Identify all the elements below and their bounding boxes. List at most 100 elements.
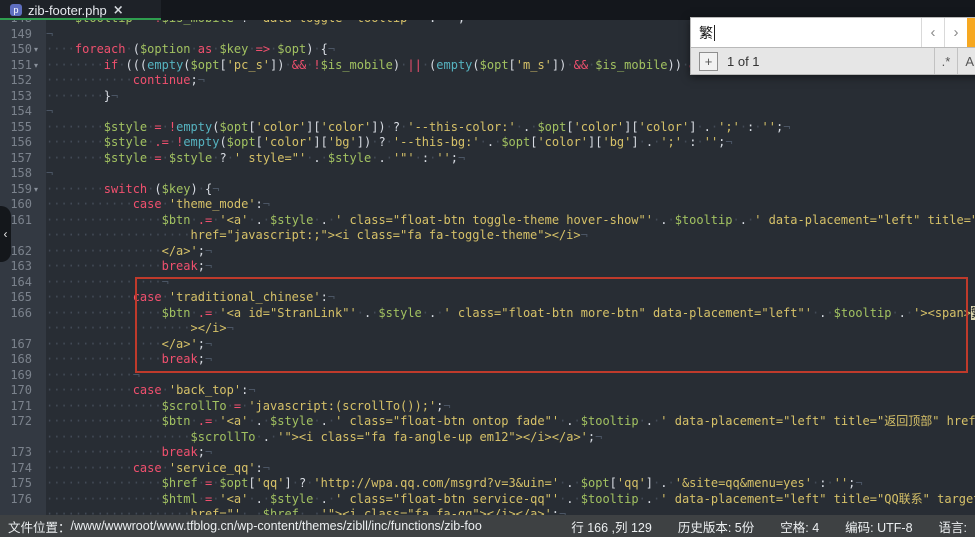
search-match-highlight: 繁 <box>971 306 975 320</box>
chevron-down-next-icon: › <box>954 24 959 41</box>
line-number[interactable]: 173 <box>0 445 34 459</box>
code-line[interactable]: 174············case·'service_qq':¬ <box>0 461 975 477</box>
code-line[interactable]: 160············case·'theme_mode':¬ <box>0 197 975 213</box>
fold-arrow-icon[interactable]: ▾ <box>34 58 46 74</box>
code-line[interactable]: 175················$href·=·$opt['qq']·?·… <box>0 476 975 492</box>
code-line[interactable]: 159▾········switch·($key)·{¬ <box>0 182 975 198</box>
code-line[interactable]: ····················href="'·.·$href·.·'"… <box>0 507 975 515</box>
code-line[interactable]: 162················</a>';¬ <box>0 244 975 260</box>
code-line[interactable]: 168 ················break;¬ <box>0 352 975 368</box>
code-line[interactable]: ····················></i>¬ <box>0 321 975 337</box>
status-bar: 文件位置： /www/wwwroot/www.tfblog.cn/wp-cont… <box>0 515 975 537</box>
line-number[interactable]: 168 <box>0 352 34 366</box>
code-text: ¬ <box>46 166 53 180</box>
code-line[interactable]: 176················$html·=·'<a'·.·$style… <box>0 492 975 508</box>
search-query-text: 繁 <box>699 23 713 43</box>
chevron-up-prev-icon: ‹ <box>931 24 936 41</box>
language-label[interactable]: 语言: <box>939 517 967 536</box>
code-line[interactable]: 163················break;¬ <box>0 259 975 275</box>
tab-title: zib-footer.php <box>28 3 107 18</box>
line-number[interactable]: 150 <box>0 42 34 56</box>
php-file-icon: p <box>10 4 22 16</box>
code-text: ····················href="javascript:;">… <box>46 228 588 242</box>
line-number[interactable]: 167 <box>0 337 34 351</box>
code-line[interactable]: 154¬ <box>0 104 975 120</box>
code-line[interactable]: 173 ················break;¬ <box>0 445 975 461</box>
line-number[interactable]: 164 <box>0 275 34 289</box>
line-number[interactable]: 159 <box>0 182 34 196</box>
line-number[interactable]: 174 <box>0 461 34 475</box>
code-line[interactable]: 169 ············¬ <box>0 368 975 384</box>
line-number[interactable]: 149 <box>0 27 34 41</box>
code-line[interactable]: 167 ················</a>';¬ <box>0 337 975 353</box>
line-number[interactable]: 153 <box>0 89 34 103</box>
line-number[interactable]: 151 <box>0 58 34 72</box>
line-number[interactable]: 156 <box>0 135 34 149</box>
indent-spaces[interactable]: 空格: 4 <box>780 517 819 536</box>
line-number[interactable]: 158 <box>0 166 34 180</box>
case-sensitive-toggle[interactable]: A <box>957 48 975 74</box>
find-next-button[interactable]: › <box>944 18 967 47</box>
code-text: ········switch·($key)·{¬ <box>46 182 219 196</box>
code-text: ············case·'theme_mode':¬ <box>46 197 270 211</box>
line-number[interactable]: 169 <box>0 368 34 382</box>
code-text: ············¬ <box>46 368 140 382</box>
line-number[interactable]: 170 <box>0 383 34 397</box>
code-line[interactable]: 152 ············continue;¬ <box>0 73 975 89</box>
find-bar-bottom-row: + 1 of 1 .* A <box>690 48 975 75</box>
code-text: ····················href="'·.·$href·.·'"… <box>46 507 566 515</box>
code-text: ················break;¬ <box>46 445 212 459</box>
code-line[interactable]: 170············case·'back_top':¬ <box>0 383 975 399</box>
line-number[interactable]: 157 <box>0 151 34 165</box>
code-line[interactable]: 172 ················$btn·.=·'<a'·.·$style… <box>0 414 975 430</box>
chevron-left-icon: ‹ <box>4 227 8 241</box>
close-icon[interactable]: × <box>113 3 124 18</box>
code-line[interactable]: 171················$scrollTo·=·'javascri… <box>0 399 975 415</box>
fold-arrow-icon[interactable]: ▾ <box>34 42 46 58</box>
line-number[interactable]: 166 <box>0 306 34 320</box>
code-line[interactable]: 166 ················$btn·.=·'<a id="Stran… <box>0 306 975 322</box>
code-line[interactable]: 165············case·'traditional_chinese… <box>0 290 975 306</box>
search-input[interactable]: 繁 <box>691 18 921 47</box>
code-text: ········$style·=·!empty($opt['color']['c… <box>46 120 790 134</box>
code-line[interactable]: 153········}¬ <box>0 89 975 105</box>
line-number[interactable]: 155 <box>0 120 34 134</box>
fold-arrow-icon[interactable]: ▾ <box>34 182 46 198</box>
code-text: ················break;¬ <box>46 259 212 273</box>
add-search-button[interactable]: + <box>699 52 718 71</box>
find-accent-button[interactable] <box>967 18 975 47</box>
sidebar-collapse-handle[interactable]: ‹ <box>0 206 11 262</box>
code-text: ········$style·.=·!empty($opt['color']['… <box>46 135 733 149</box>
code-line[interactable]: 164················¬ <box>0 275 975 291</box>
file-encoding[interactable]: 编码: UTF-8 <box>845 517 912 536</box>
code-line[interactable]: ····················href="javascript:;">… <box>0 228 975 244</box>
code-text: ················</a>';¬ <box>46 337 212 351</box>
line-number[interactable]: 175 <box>0 476 34 490</box>
line-number[interactable]: 176 <box>0 492 34 506</box>
code-line[interactable]: 161················$btn·.=·'<a'·.·$style… <box>0 213 975 229</box>
code-line[interactable]: ····················$scrollTo·.·'"><i cl… <box>0 430 975 446</box>
code-text: ················$btn·.=·'<a'·.·$style·.·… <box>46 414 975 428</box>
find-bar: 繁 ‹ › + 1 of 1 .* A <box>690 17 975 75</box>
code-line[interactable]: 157········$style·=·$style·?·' style="'·… <box>0 151 975 167</box>
regex-icon: .* <box>942 54 951 69</box>
code-text: ············continue;¬ <box>46 73 205 87</box>
tab-zib-footer[interactable]: p zib-footer.php × <box>0 0 161 20</box>
line-number[interactable]: 172 <box>0 414 34 428</box>
code-line[interactable]: 156 ········$style·.=·!empty($opt['color'… <box>0 135 975 151</box>
regex-toggle[interactable]: .* <box>934 48 958 74</box>
code-text: ················</a>';¬ <box>46 244 212 258</box>
code-text: ¬ <box>46 27 53 41</box>
code-text: ················break;¬ <box>46 352 212 366</box>
find-previous-button[interactable]: ‹ <box>921 18 944 47</box>
line-number[interactable]: 165 <box>0 290 34 304</box>
history-versions[interactable]: 历史版本: 5份 <box>678 517 754 536</box>
line-number[interactable]: 154 <box>0 104 34 118</box>
line-number[interactable]: 171 <box>0 399 34 413</box>
code-editor[interactable]: 148····$tooltip·=·!$is_mobile·?·'data-to… <box>0 11 975 515</box>
code-line[interactable]: 158 ¬ <box>0 166 975 182</box>
line-number[interactable]: 152 <box>0 73 34 87</box>
cursor-position[interactable]: 行 166 ,列 129 <box>571 517 652 536</box>
code-line[interactable]: 155 ········$style·=·!empty($opt['color']… <box>0 120 975 136</box>
code-text: ················$btn·.=·'<a id="StranLin… <box>46 306 975 320</box>
